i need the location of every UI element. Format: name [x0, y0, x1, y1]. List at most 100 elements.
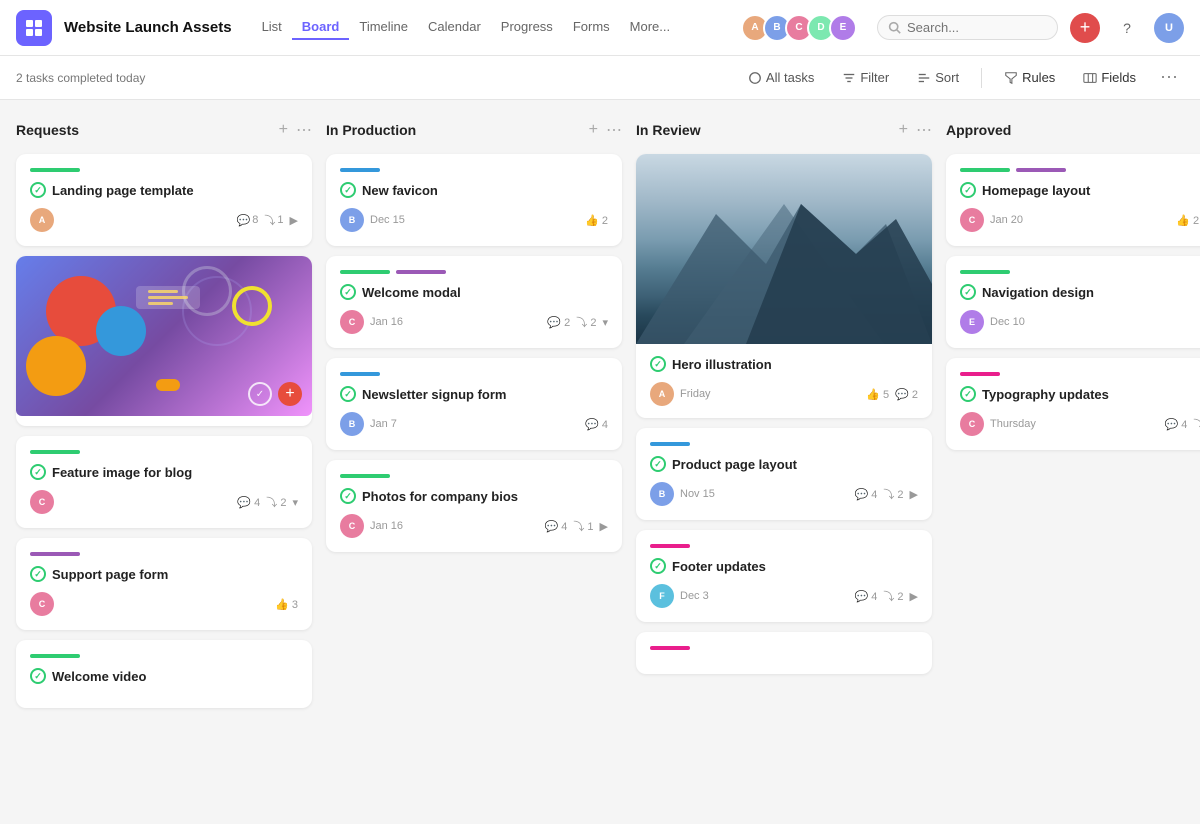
tag: [340, 372, 380, 376]
tag: [650, 442, 690, 446]
tasks-completed-text: 2 tasks completed today: [16, 71, 145, 85]
card-typography-updates[interactable]: Typography updates C Thursday 💬 4 ⤵ 1 ▶: [946, 358, 1200, 450]
col-header-requests: Requests + ⋯: [16, 116, 312, 144]
col-menu-in-production[interactable]: ⋯: [606, 120, 622, 140]
tag: [30, 450, 80, 454]
card-homepage-layout[interactable]: Homepage layout C Jan 20 👍 2 💬 4: [946, 154, 1200, 246]
tab-progress[interactable]: Progress: [491, 15, 563, 40]
current-user-avatar[interactable]: U: [1154, 13, 1184, 43]
shape-blue-circle: [96, 306, 146, 356]
card-landing-page-template[interactable]: Landing page template A 💬 8 ⤵ 1 ▶: [16, 154, 312, 246]
card-footer-updates[interactable]: Footer updates F Dec 3 💬 4 ⤵ 2 ▶: [636, 530, 932, 622]
card-date: Dec 3: [680, 590, 848, 602]
card-date: Dec 10: [990, 316, 1199, 328]
play-icon[interactable]: ▶: [910, 488, 918, 501]
column-approved: Approved + ⋯ Homepage layout C Jan 20 👍 …: [946, 116, 1200, 450]
sort-button[interactable]: Sort: [907, 66, 969, 89]
card-feature-image-blog[interactable]: Feature image for blog C 💬 4 ⤵ 2 ▾: [16, 436, 312, 528]
subtask-count: ⤵ 1: [573, 518, 593, 534]
tab-list[interactable]: List: [252, 15, 292, 40]
card-photos-company-bios[interactable]: Photos for company bios C Jan 16 💬 4 ⤵ 1…: [326, 460, 622, 552]
help-button[interactable]: ?: [1112, 13, 1142, 43]
card-date: Friday: [680, 388, 860, 400]
rules-button[interactable]: Rules: [994, 66, 1065, 89]
add-button[interactable]: +: [1070, 13, 1100, 43]
card-feature-colorful[interactable]: ✓ +: [16, 256, 312, 426]
card-date: Jan 20: [990, 214, 1170, 226]
card-avatar: C: [30, 490, 54, 514]
more-options-button[interactable]: ⋯: [1154, 63, 1184, 93]
card-footer: C Jan 16 💬 2 ⤵ 2 ▾: [340, 310, 608, 334]
tab-board[interactable]: Board: [292, 15, 350, 40]
add-card-in-production[interactable]: +: [589, 121, 598, 139]
card-avatar: B: [340, 208, 364, 232]
project-info: Website Launch Assets: [64, 19, 232, 36]
card-hero-illustration[interactable]: Hero illustration A Friday 👍 5 💬 2: [636, 154, 932, 418]
card-footer: B Nov 15 💬 4 ⤵ 2 ▶: [650, 482, 918, 506]
filter-icon: [842, 71, 856, 85]
filter-button[interactable]: Filter: [832, 66, 899, 89]
add-card-in-review[interactable]: +: [899, 121, 908, 139]
tab-timeline[interactable]: Timeline: [349, 15, 418, 40]
colorful-image: ✓ +: [16, 256, 312, 416]
tag-green: [960, 168, 1010, 172]
mountain-svg: [636, 154, 932, 344]
shape-lines: [136, 286, 200, 309]
card-avatar: C: [960, 208, 984, 232]
check-icon: [30, 566, 46, 582]
check-icon: [650, 356, 666, 372]
card-product-page-layout[interactable]: Product page layout B Nov 15 💬 4 ⤵ 2 ▶: [636, 428, 932, 520]
card-avatar: C: [340, 514, 364, 538]
dropdown-icon[interactable]: ▾: [292, 496, 298, 509]
card-meta: 👍 2: [585, 214, 608, 227]
col-header-in-review: In Review + ⋯: [636, 116, 932, 144]
card-welcome-video[interactable]: Welcome video: [16, 640, 312, 708]
check-icon: [30, 464, 46, 480]
search-box[interactable]: [877, 15, 1058, 40]
col-menu-in-review[interactable]: ⋯: [916, 120, 932, 140]
like-count: 👍 5: [866, 388, 889, 401]
add-card-requests[interactable]: +: [279, 121, 288, 139]
card-welcome-modal[interactable]: Welcome modal C Jan 16 💬 2 ⤵ 2 ▾: [326, 256, 622, 348]
card-newsletter-signup[interactable]: Newsletter signup form B Jan 7 💬 4: [326, 358, 622, 450]
card-support-page-form[interactable]: Support page form C 👍 3: [16, 538, 312, 630]
search-icon: [888, 21, 901, 34]
play-icon[interactable]: ▶: [910, 590, 918, 603]
team-avatars[interactable]: A B C D E: [741, 14, 857, 42]
col-menu-requests[interactable]: ⋯: [296, 120, 312, 140]
card-footer: C Jan 16 💬 4 ⤵ 1 ▶: [340, 514, 608, 538]
shape-outline-circle: [232, 286, 272, 326]
card-meta: 💬 4 ⤵ 2 ▾: [237, 494, 298, 510]
tab-calendar[interactable]: Calendar: [418, 15, 491, 40]
dropdown-icon[interactable]: ▾: [602, 316, 608, 329]
card-meta: 💬 8 ⤵ 1 ▶: [237, 212, 298, 228]
card-date: Jan 7: [370, 418, 579, 430]
fields-button[interactable]: Fields: [1073, 66, 1146, 89]
column-requests: Requests + ⋯ Landing page template A 💬 8…: [16, 116, 312, 708]
card-footer: B Dec 15 👍 2: [340, 208, 608, 232]
all-tasks-button[interactable]: All tasks: [738, 66, 824, 89]
card-date: Thursday: [990, 418, 1158, 430]
card-avatar: B: [340, 412, 364, 436]
card-navigation-design[interactable]: Navigation design E Dec 10 💬 3: [946, 256, 1200, 348]
card-new-favicon[interactable]: New favicon B Dec 15 👍 2: [326, 154, 622, 246]
col-title-approved: Approved: [946, 122, 1200, 138]
avatar-5[interactable]: E: [829, 14, 857, 42]
tab-forms[interactable]: Forms: [563, 15, 620, 40]
tag-green: [340, 270, 390, 274]
card-title: Feature image for blog: [30, 464, 298, 480]
card-meta: 💬 4 ⤵ 1 ▶: [544, 518, 608, 534]
tag: [30, 168, 80, 172]
tab-more[interactable]: More...: [620, 15, 680, 40]
search-input[interactable]: [907, 20, 1047, 35]
shape-orange-circle: [26, 336, 86, 396]
card-avatar: A: [650, 382, 674, 406]
subtask-count: ⤵ 2: [576, 314, 596, 330]
check-icon: [340, 284, 356, 300]
play-icon[interactable]: ▶: [290, 214, 298, 227]
card-meta: 💬 2 ⤵ 2 ▾: [547, 314, 608, 330]
card-partial-in-review[interactable]: [636, 632, 932, 674]
card-date: Jan 16: [370, 520, 538, 532]
check-icon: [650, 456, 666, 472]
play-icon[interactable]: ▶: [600, 520, 608, 533]
